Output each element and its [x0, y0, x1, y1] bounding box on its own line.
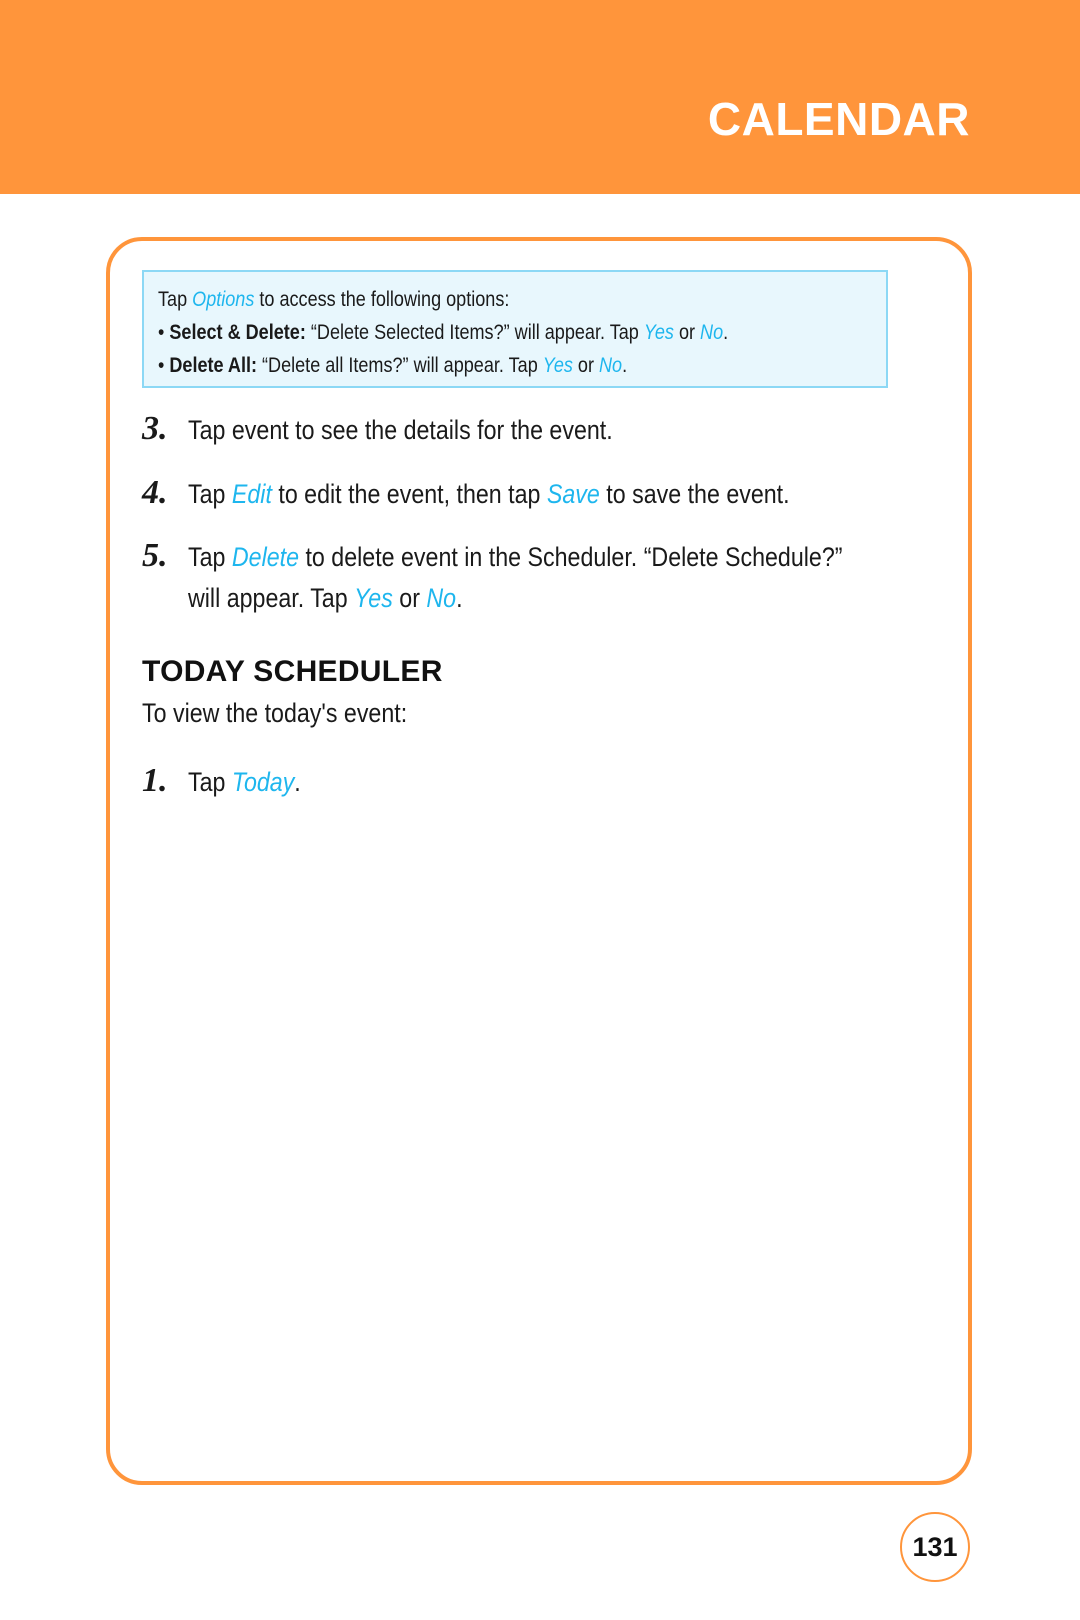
step-4: 4. Tap Edit to edit the event, then tap S…: [142, 472, 888, 515]
step-text: Tap event to see the details for the eve…: [188, 415, 613, 445]
section-intro: To view the today's event:: [142, 698, 408, 728]
delete-link[interactable]: Delete: [232, 542, 299, 572]
note-item-select-delete: • Select & Delete: “Delete Selected Item…: [158, 316, 772, 349]
or-text: or: [572, 354, 599, 377]
save-link[interactable]: Save: [547, 479, 600, 509]
page-number-text: 131: [912, 1531, 958, 1562]
period: .: [294, 767, 301, 797]
note-intro-text-end: to access the following options:: [254, 288, 510, 311]
note-intro-text: Tap: [158, 288, 193, 311]
page-title: CALENDAR: [707, 93, 970, 145]
period: .: [622, 354, 628, 377]
options-link[interactable]: Options: [192, 288, 254, 311]
note-intro: Tap Options to access the following opti…: [158, 283, 772, 316]
yes-link[interactable]: Yes: [354, 583, 393, 613]
yes-link[interactable]: Yes: [644, 321, 674, 344]
note-item-label: Select & Delete:: [169, 321, 306, 344]
step-3: 3. Tap event to see the details for the e…: [142, 408, 682, 451]
note-item-text: “Delete Selected Items?” will appear. Ta…: [305, 321, 644, 344]
header-bar: CALENDAR: [0, 0, 1080, 194]
step-number: 3.: [142, 410, 168, 447]
step-number: 5.: [142, 537, 168, 574]
or-text: or: [673, 321, 701, 344]
step-text: Tap Delete to delete event in the Schedu…: [188, 537, 842, 578]
no-link[interactable]: No: [599, 354, 622, 377]
period: .: [456, 583, 463, 613]
page-number: 131: [900, 1512, 970, 1582]
step-text: Tap Edit to edit the event, then tap Sav…: [188, 474, 790, 515]
note-item-text: “Delete all Items?” will appear. Tap: [257, 354, 543, 377]
step-text-post: to save the event.: [599, 479, 790, 509]
or-text: or: [392, 583, 427, 613]
step-text-mid: to edit the event, then tap: [271, 479, 547, 509]
step-5: 5. Tap Delete to delete event in the Sche…: [142, 535, 949, 619]
step-text-pre: Tap: [188, 542, 232, 572]
step-text-continued: will appear. Tap Yes or No.: [188, 578, 463, 619]
bullet: •: [158, 354, 165, 377]
note-item-delete-all: • Delete All: “Delete all Items?” will a…: [158, 349, 772, 382]
today-step-1: 1. Tap Today.: [142, 760, 319, 803]
step-text-cont: will appear. Tap: [188, 583, 355, 613]
step-text-pre: Tap: [188, 767, 232, 797]
note-item-label: Delete All:: [169, 354, 258, 377]
period: .: [723, 321, 729, 344]
step-text: Tap Today.: [188, 762, 301, 803]
options-note-box: Tap Options to access the following opti…: [142, 270, 888, 388]
no-link[interactable]: No: [700, 321, 723, 344]
yes-link[interactable]: Yes: [543, 354, 573, 377]
step-text-pre: Tap: [188, 479, 232, 509]
bullet: •: [158, 321, 165, 344]
edit-link[interactable]: Edit: [232, 479, 272, 509]
step-text-mid: to delete event in the Scheduler. “Delet…: [299, 542, 843, 572]
step-number: 4.: [142, 474, 168, 511]
today-link[interactable]: Today: [232, 767, 294, 797]
no-link[interactable]: No: [426, 583, 456, 613]
step-number: 1.: [142, 762, 168, 799]
section-title: TODAY SCHEDULER: [142, 655, 443, 688]
